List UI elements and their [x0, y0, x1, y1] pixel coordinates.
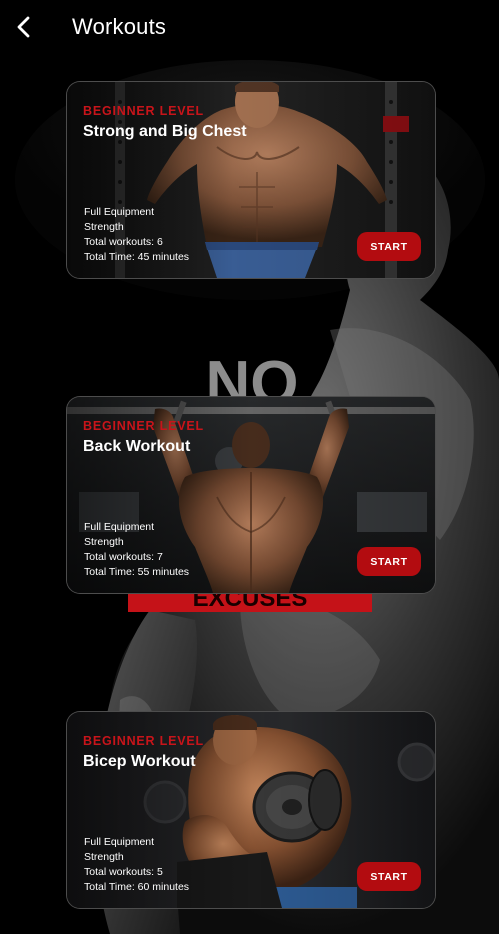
workout-level: BEGINNER LEVEL [83, 104, 204, 118]
workout-category: Strength [84, 221, 124, 233]
workout-total-time: Total Time: 55 minutes [84, 566, 190, 578]
start-button[interactable]: START [357, 862, 421, 891]
workout-card-bicep[interactable]: BEGINNER LEVEL Bicep Workout Full Equipm… [66, 711, 436, 909]
workout-total-time: Total Time: 60 minutes [84, 881, 190, 893]
workout-total-workouts: Total workouts: 6 [84, 236, 163, 248]
workout-details: Full Equipment Strength Total workouts: … [84, 835, 189, 895]
workout-total-workouts: Total workouts: 5 [84, 866, 163, 878]
workout-category: Strength [84, 536, 124, 548]
chevron-left-icon [17, 16, 30, 38]
workout-level: BEGINNER LEVEL [83, 734, 204, 748]
workout-level: BEGINNER LEVEL [83, 419, 204, 433]
workout-equipment: Full Equipment [84, 836, 155, 848]
workout-details: Full Equipment Strength Total workouts: … [84, 520, 189, 580]
workout-equipment: Full Equipment [84, 206, 155, 218]
workouts-screen: NO EXCUSES Workouts BEGINNER LEVEL Stron… [0, 0, 499, 934]
workout-total-time: Total Time: 45 minutes [84, 251, 190, 263]
workout-card-chest[interactable]: BEGINNER LEVEL Strong and Big Chest Full… [66, 81, 436, 279]
workout-total-workouts: Total workouts: 7 [84, 551, 163, 563]
workout-card-back[interactable]: BEGINNER LEVEL Back Workout Full Equipme… [66, 396, 436, 594]
app-header: Workouts [0, 0, 499, 56]
workout-title: Bicep Workout [83, 753, 196, 770]
workout-details: Full Equipment Strength Total workouts: … [84, 205, 189, 265]
back-button[interactable] [10, 12, 36, 42]
workout-equipment: Full Equipment [84, 521, 155, 533]
start-button[interactable]: START [357, 547, 421, 576]
page-title: Workouts [72, 14, 167, 39]
workout-title: Strong and Big Chest [83, 123, 247, 140]
start-button[interactable]: START [357, 232, 421, 261]
workout-category: Strength [84, 851, 124, 863]
workout-title: Back Workout [83, 438, 191, 455]
